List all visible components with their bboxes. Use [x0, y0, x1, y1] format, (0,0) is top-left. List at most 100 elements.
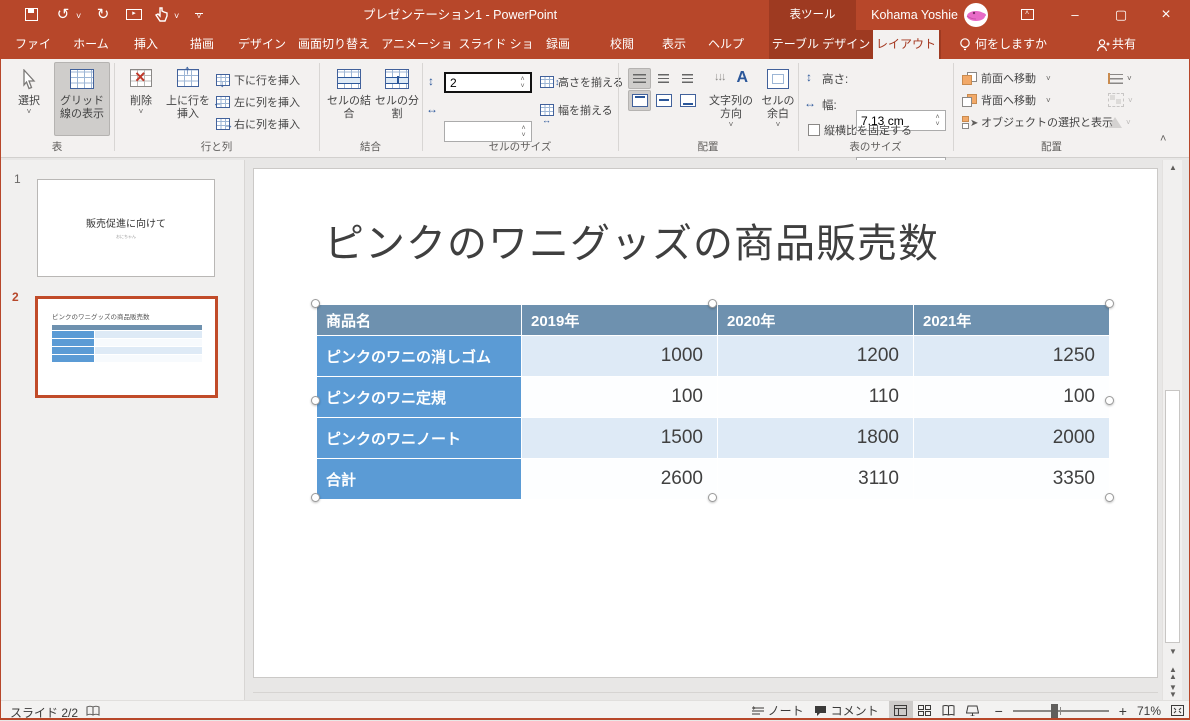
selection-handle[interactable] [311, 299, 320, 308]
start-slideshow-button[interactable]: ▸ [124, 6, 144, 24]
ribbon-display-options-button[interactable]: ˄ [1012, 0, 1042, 30]
spinner-down-icon[interactable]: ˅ [521, 132, 525, 139]
slide-table[interactable]: 商品名 2019年 2020年 2021年 ピンクのワニの消しゴム 1000 1… [316, 304, 1110, 500]
column-width-field[interactable]: ˄˅ [444, 121, 532, 142]
tell-me-lightbulb-icon[interactable] [958, 37, 972, 52]
selection-pane-button[interactable]: ➤ オブジェクトの選択と表示 [962, 112, 1113, 132]
select-button[interactable]: 選択 ˅ [6, 62, 52, 136]
table-value-cell[interactable]: 2600 [522, 459, 718, 500]
split-cells-button[interactable]: セルの分割 [374, 62, 420, 136]
selection-handle[interactable] [311, 396, 320, 405]
table-header-cell[interactable]: 商品名 [317, 305, 522, 336]
row-height-spinner[interactable]: ˄˅ [516, 74, 529, 91]
align-left-toggle[interactable] [628, 68, 651, 89]
tab-table-design[interactable]: テーブル デザイン [769, 30, 873, 59]
merge-cells-button[interactable]: セルの結合 [326, 62, 372, 136]
redo-button[interactable]: ↻ [94, 6, 112, 24]
undo-dropdown-caret-icon[interactable]: ˅ [76, 11, 81, 21]
tab-review[interactable]: 校閲 [604, 30, 640, 59]
distribute-rows-button[interactable]: ↕ 高さを揃える [540, 72, 624, 92]
tab-draw[interactable]: 描画 [184, 30, 220, 59]
scrollbar-thumb[interactable] [1165, 390, 1180, 643]
row-height-input[interactable] [446, 75, 518, 92]
table-row-label-cell[interactable]: ピンクのワニ定規 [317, 377, 522, 418]
align-right-toggle[interactable] [676, 68, 699, 89]
column-width-spinner[interactable]: ˄˅ [517, 122, 530, 141]
table-value-cell[interactable]: 110 [718, 377, 914, 418]
selection-handle[interactable] [1105, 396, 1114, 405]
group-objects-button[interactable]: ˅ [1108, 90, 1133, 110]
previous-slide-button[interactable]: ▲▲ [1164, 664, 1182, 680]
table-row-label-cell[interactable]: 合計 [317, 459, 522, 500]
accessibility-check-icon[interactable] [86, 705, 100, 717]
tab-design[interactable]: デザイン [238, 30, 286, 59]
table-value-cell[interactable]: 3350 [914, 459, 1110, 500]
align-middle-toggle[interactable] [652, 90, 675, 111]
comments-button[interactable]: コメント [814, 702, 879, 719]
table-row-label-cell[interactable]: ピンクのワニノート [317, 418, 522, 459]
touch-mouse-mode-button[interactable] [152, 6, 170, 24]
zoom-slider[interactable] [1013, 710, 1109, 712]
slideshow-view-button[interactable] [961, 701, 985, 720]
zoom-in-button[interactable]: + [1119, 703, 1127, 719]
touch-mode-caret-icon[interactable]: ˅ [174, 11, 179, 21]
rotate-objects-button[interactable]: ˅ [1108, 112, 1131, 132]
spinner-up-icon[interactable]: ˄ [521, 125, 525, 132]
share-button[interactable]: 共有 [1112, 30, 1152, 59]
zoom-out-button[interactable]: − [995, 703, 1003, 719]
distribute-columns-button[interactable]: ↔ 幅を揃える [540, 100, 613, 120]
maximize-button[interactable]: ▢ [1106, 0, 1136, 30]
cell-margins-button[interactable]: セルの余白 ˅ [757, 62, 799, 136]
row-height-field[interactable]: ˄˅ [444, 72, 532, 93]
tab-layout[interactable]: レイアウト [873, 30, 939, 59]
table-value-cell[interactable]: 1500 [522, 418, 718, 459]
user-avatar[interactable] [964, 3, 988, 27]
table-header-cell[interactable]: 2019年 [522, 305, 718, 336]
table-header-row[interactable]: 商品名 2019年 2020年 2021年 [317, 305, 1110, 336]
spinner-up-icon[interactable]: ˄ [935, 114, 939, 121]
spinner-down-icon[interactable]: ˅ [935, 121, 939, 128]
selection-handle[interactable] [1105, 493, 1114, 502]
show-gridlines-toggle[interactable]: グリッド線の表示 [54, 62, 110, 136]
table-row[interactable]: ピンクのワニ定規 100 110 100 [317, 377, 1110, 418]
text-direction-button[interactable]: ↓↓↓ A 文字列の方向 ˅ [704, 62, 758, 136]
table-header-cell[interactable]: 2021年 [914, 305, 1110, 336]
align-bottom-toggle[interactable] [676, 90, 699, 111]
undo-button[interactable]: ↺ [54, 6, 72, 24]
customize-qat-button[interactable]: ˅ [192, 6, 206, 24]
lock-aspect-ratio-checkbox[interactable]: 縦横比を固定する [808, 120, 912, 140]
collapse-ribbon-button[interactable]: ˄ [1160, 133, 1166, 145]
zoom-slider-thumb[interactable] [1051, 704, 1058, 718]
tab-record[interactable]: 録画 [540, 30, 576, 59]
scroll-up-button[interactable]: ▲ [1164, 160, 1182, 176]
align-center-toggle[interactable] [652, 68, 675, 89]
table-value-cell[interactable]: 1000 [522, 336, 718, 377]
fit-to-window-button[interactable] [1171, 705, 1184, 716]
reading-view-button[interactable] [937, 701, 961, 720]
table-value-cell[interactable]: 2000 [914, 418, 1110, 459]
delete-button[interactable]: × 削除 ˅ [120, 62, 162, 136]
checkbox-icon[interactable] [808, 124, 820, 136]
table-row-label-cell[interactable]: ピンクのワニの消しゴム [317, 336, 522, 377]
slide-1-thumbnail[interactable]: 販売促進に向けて おにちゃん [37, 179, 215, 277]
tell-me-box[interactable]: 何をしますか [975, 30, 1055, 59]
next-slide-button[interactable]: ▼▼ [1164, 682, 1182, 698]
table-value-cell[interactable]: 1250 [914, 336, 1110, 377]
insert-rows-below-button[interactable]: ↓ 下に行を挿入 [216, 70, 300, 90]
save-button[interactable] [22, 6, 40, 24]
bring-forward-button[interactable]: 前面へ移動 ˅ [962, 68, 1051, 88]
tab-home[interactable]: ホーム [70, 30, 112, 59]
notes-button[interactable]: ノート [752, 702, 804, 719]
table-value-cell[interactable]: 3110 [718, 459, 914, 500]
vertical-scrollbar[interactable]: ▲ ▼ ▲▲ ▼▼ [1162, 160, 1182, 700]
tab-view[interactable]: 表示 [656, 30, 692, 59]
selection-handle[interactable] [1105, 299, 1114, 308]
selection-handle[interactable] [708, 299, 717, 308]
table-header-cell[interactable]: 2020年 [718, 305, 914, 336]
selection-handle[interactable] [311, 493, 320, 502]
column-width-input[interactable] [445, 122, 519, 141]
table-value-cell[interactable]: 1800 [718, 418, 914, 459]
minimize-button[interactable]: – [1060, 0, 1090, 30]
table-value-cell[interactable]: 1200 [718, 336, 914, 377]
close-button[interactable]: × [1151, 0, 1181, 30]
